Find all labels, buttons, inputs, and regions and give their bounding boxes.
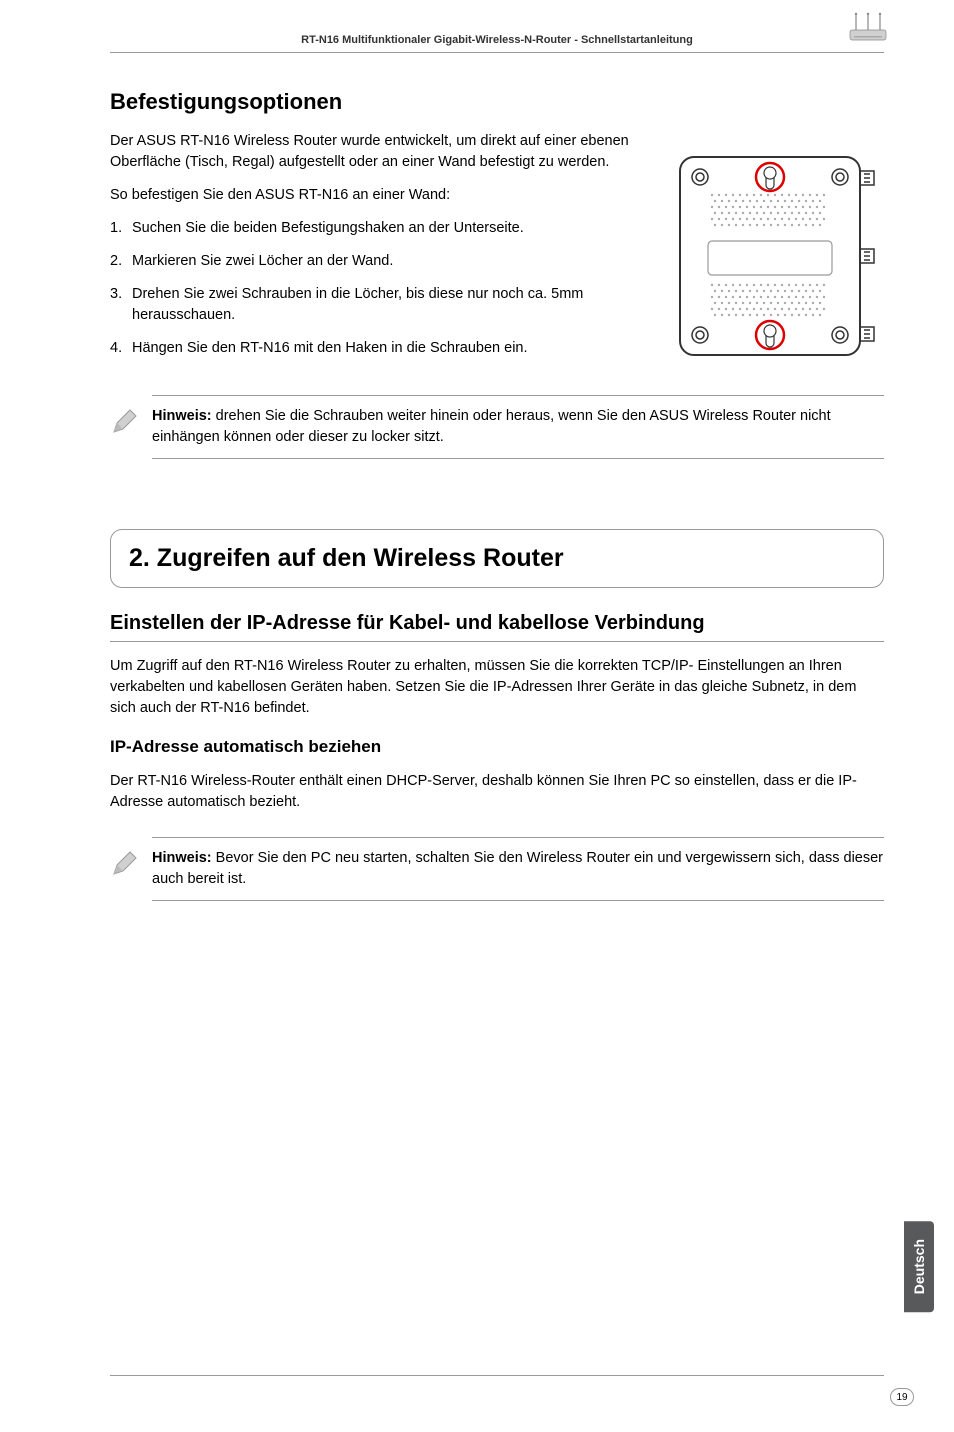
router-product-icon (844, 12, 890, 47)
footer-rule (110, 1375, 884, 1376)
pencil-icon (110, 850, 138, 885)
mounting-heading: Befestigungsoptionen (110, 89, 884, 115)
mounting-intro-1: Der ASUS RT-N16 Wireless Router wurde en… (110, 131, 654, 173)
pencil-icon (110, 408, 138, 443)
ip-auto-heading: IP-Adresse automatisch beziehen (110, 737, 884, 757)
mounting-note: Hinweis: drehen Sie die Schrauben weiter… (152, 395, 884, 459)
page-number: 19 (890, 1388, 914, 1406)
step-1: 1.Suchen Sie die beiden Befestigungshake… (110, 218, 654, 239)
mounting-diagram (674, 131, 884, 371)
mounting-intro-2: So befestigen Sie den ASUS RT-N16 an ein… (110, 185, 654, 206)
section-2-title: 2. Zugreifen auf den Wireless Router (129, 544, 865, 573)
header-breadcrumb: RT-N16 Multifunktionaler Gigabit-Wireles… (301, 34, 693, 46)
language-tab: Deutsch (904, 1221, 934, 1312)
note-text: drehen Sie die Schrauben weiter hinein o… (152, 408, 831, 445)
step-4: 4.Hängen Sie den RT-N16 mit den Haken in… (110, 338, 654, 359)
note-label-2: Hinweis: (152, 850, 212, 866)
ip-note: Hinweis: Bevor Sie den PC neu starten, s… (152, 837, 884, 901)
note-text-2: Bevor Sie den PC neu starten, schalten S… (152, 850, 883, 887)
ip-paragraph-1: Um Zugriff auf den RT-N16 Wireless Route… (110, 656, 884, 719)
ip-paragraph-2: Der RT-N16 Wireless-Router enthält einen… (110, 771, 884, 813)
mounting-steps-list: 1.Suchen Sie die beiden Befestigungshake… (110, 218, 654, 359)
step-3: 3.Drehen Sie zwei Schrauben in die Löche… (110, 284, 654, 326)
ip-subheading: Einstellen der IP-Adresse für Kabel- und… (110, 612, 884, 642)
section-2-title-box: 2. Zugreifen auf den Wireless Router (110, 529, 884, 588)
step-2: 2.Markieren Sie zwei Löcher an der Wand. (110, 251, 654, 272)
header-bar: RT-N16 Multifunktionaler Gigabit-Wireles… (110, 30, 884, 53)
note-label: Hinweis: (152, 408, 212, 424)
